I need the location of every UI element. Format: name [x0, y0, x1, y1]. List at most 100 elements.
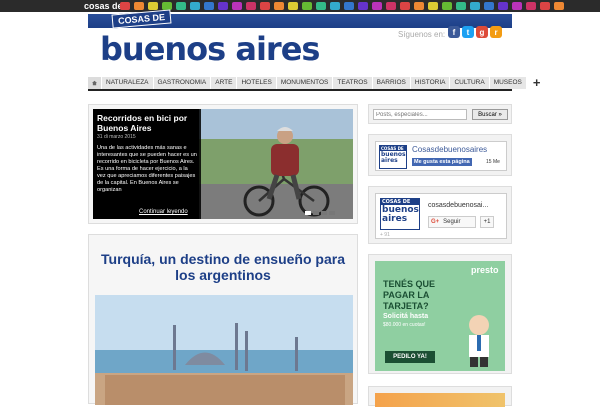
network-icon[interactable]	[204, 2, 214, 10]
nav-item-museos[interactable]: MUSEOS	[489, 77, 527, 89]
page-logo-badge[interactable]: COSAS DE buenos aires	[380, 198, 420, 230]
network-icon[interactable]	[148, 2, 158, 10]
network-bar: cosas de	[0, 0, 600, 12]
google-plus-icon: G+	[431, 219, 440, 225]
network-icon[interactable]	[484, 2, 494, 10]
slider-date: 31 di marzo 2015	[97, 134, 136, 140]
network-icon[interactable]	[176, 2, 186, 10]
nav-item-cultura[interactable]: CULTURA	[450, 77, 490, 89]
slider-frame[interactable]: Recorridos en bici por Buenos Aires 31 d…	[93, 109, 353, 219]
network-icon[interactable]	[316, 2, 326, 10]
google-plus-page-name[interactable]: cosasdebuenosai...	[428, 202, 488, 209]
nav-item-gastronomia[interactable]: GASTRONOMIA	[153, 77, 212, 89]
nav-item-barrios[interactable]: BARRIOS	[372, 77, 411, 89]
ad-subtitle: Solicitá hasta	[383, 313, 429, 320]
network-logo-text: cosas de	[84, 1, 123, 11]
facebook-page-name[interactable]: Cosasdebuenosaires	[412, 145, 487, 154]
network-icon[interactable]	[386, 2, 396, 10]
network-icon[interactable]	[288, 2, 298, 10]
network-icon[interactable]	[358, 2, 368, 10]
search-button[interactable]: Buscar »	[472, 109, 508, 120]
article-image[interactable]	[95, 295, 353, 405]
network-icon[interactable]	[232, 2, 242, 10]
slider-excerpt: Una de las actividades más sanas e inter…	[97, 145, 197, 193]
page-logo-badge-text: buenos aires	[382, 205, 419, 224]
slider-dot[interactable]	[329, 211, 335, 215]
network-icon[interactable]	[134, 2, 144, 10]
featured-slider: Recorridos en bici por Buenos Aires 31 d…	[88, 104, 358, 224]
ad-brand: presto	[471, 265, 499, 275]
facebook-like-count: 15 Me	[486, 159, 500, 165]
network-icon[interactable]	[120, 2, 130, 10]
facebook-widget-inner: COSAS DE buenos aires Cosasdebuenosaires…	[375, 141, 507, 171]
network-icon[interactable]	[190, 2, 200, 10]
ad-banner-2[interactable]	[375, 393, 505, 407]
network-icon[interactable]	[526, 2, 536, 10]
ad-banner[interactable]: presto TENÉS QUE PAGAR LA TARJETA? Solic…	[375, 261, 505, 371]
network-icon[interactable]	[442, 2, 452, 10]
article-card: Turquía, un destino de ensueño para los …	[88, 234, 358, 405]
article-title[interactable]: Turquía, un destino de ensueño para los …	[93, 251, 353, 283]
site-header: COSAS DE buenos aires Síguenos en: f t g…	[88, 9, 512, 76]
network-icon[interactable]	[554, 2, 564, 10]
social-links: f t g r	[448, 26, 502, 38]
follow-label: Síguenos en:	[398, 30, 446, 39]
network-icon[interactable]	[470, 2, 480, 10]
network-icon[interactable]	[302, 2, 312, 10]
nav-item-historia[interactable]: HISTORIA	[410, 77, 451, 89]
network-icon[interactable]	[330, 2, 340, 10]
google-plus-widget: COSAS DE buenos aires cosasdebuenosai...…	[368, 186, 512, 244]
google-plus-follow-button[interactable]: G+ Seguir	[428, 216, 476, 228]
nav-item-arte[interactable]: ARTE	[211, 77, 238, 89]
network-logo[interactable]: cosas de	[84, 0, 123, 12]
ad-headline: TENÉS QUE PAGAR LA TARJETA?	[383, 279, 436, 311]
ad-subtitle-amount: $80.000 en cuotas!	[383, 322, 426, 328]
page-logo-small-text: buenos aires	[381, 151, 406, 164]
nav-item-hoteles[interactable]: HOTELES	[237, 77, 277, 89]
slider-photo[interactable]	[199, 109, 353, 219]
facebook-like-button[interactable]: Me gusta esta página	[412, 158, 472, 166]
google-plus-widget-inner: COSAS DE buenos aires cosasdebuenosai...…	[375, 193, 507, 239]
ad-cta-button[interactable]: PEDILO YA!	[385, 351, 435, 363]
continue-reading-link[interactable]: Continuar leyendo	[139, 209, 188, 215]
twitter-icon[interactable]: t	[462, 26, 474, 38]
network-icon[interactable]	[456, 2, 466, 10]
network-icon[interactable]	[428, 2, 438, 10]
network-icon[interactable]	[372, 2, 382, 10]
site-logo[interactable]: buenos aires	[100, 32, 320, 66]
search-input[interactable]	[373, 109, 467, 120]
network-icon[interactable]	[540, 2, 550, 10]
network-icon[interactable]	[274, 2, 284, 10]
advertisement-2	[368, 386, 512, 407]
slider-caption: Recorridos en bici por Buenos Aires 31 d…	[93, 109, 201, 219]
slider-dot[interactable]	[305, 211, 311, 215]
slider-pager	[305, 211, 335, 215]
nav-more-button[interactable]: +	[527, 76, 548, 89]
network-icon[interactable]	[414, 2, 424, 10]
nav-item-teatros[interactable]: TEATROS	[333, 77, 373, 89]
network-icon[interactable]	[246, 2, 256, 10]
ad-character-illustration	[469, 315, 489, 367]
network-icon[interactable]	[512, 2, 522, 10]
google-plus-icon[interactable]: g	[476, 26, 488, 38]
google-plus-one-button[interactable]: +1	[480, 216, 494, 228]
network-icons	[120, 2, 564, 10]
google-plus-followers: + 91	[380, 232, 390, 238]
slider-title[interactable]: Recorridos en bici por Buenos Aires	[97, 113, 197, 133]
search-box: Buscar »	[368, 104, 512, 124]
network-icon[interactable]	[260, 2, 270, 10]
nav-item-monumentos[interactable]: MONUMENTOS	[276, 77, 334, 89]
network-icon[interactable]	[218, 2, 228, 10]
home-icon[interactable]	[88, 77, 102, 89]
page-logo-small[interactable]: COSAS DE buenos aires	[379, 145, 407, 169]
network-icon[interactable]	[344, 2, 354, 10]
slider-dot[interactable]	[313, 211, 319, 215]
nav-item-naturaleza[interactable]: NATURALEZA	[102, 77, 154, 89]
rss-icon[interactable]: r	[490, 26, 502, 38]
network-icon[interactable]	[498, 2, 508, 10]
network-icon[interactable]	[400, 2, 410, 10]
facebook-icon[interactable]: f	[448, 26, 460, 38]
main-nav: NATURALEZA GASTRONOMIA ARTE HOTELES MONU…	[88, 76, 548, 91]
google-plus-follow-label: Seguir	[443, 219, 461, 225]
slider-dot[interactable]	[321, 211, 327, 215]
